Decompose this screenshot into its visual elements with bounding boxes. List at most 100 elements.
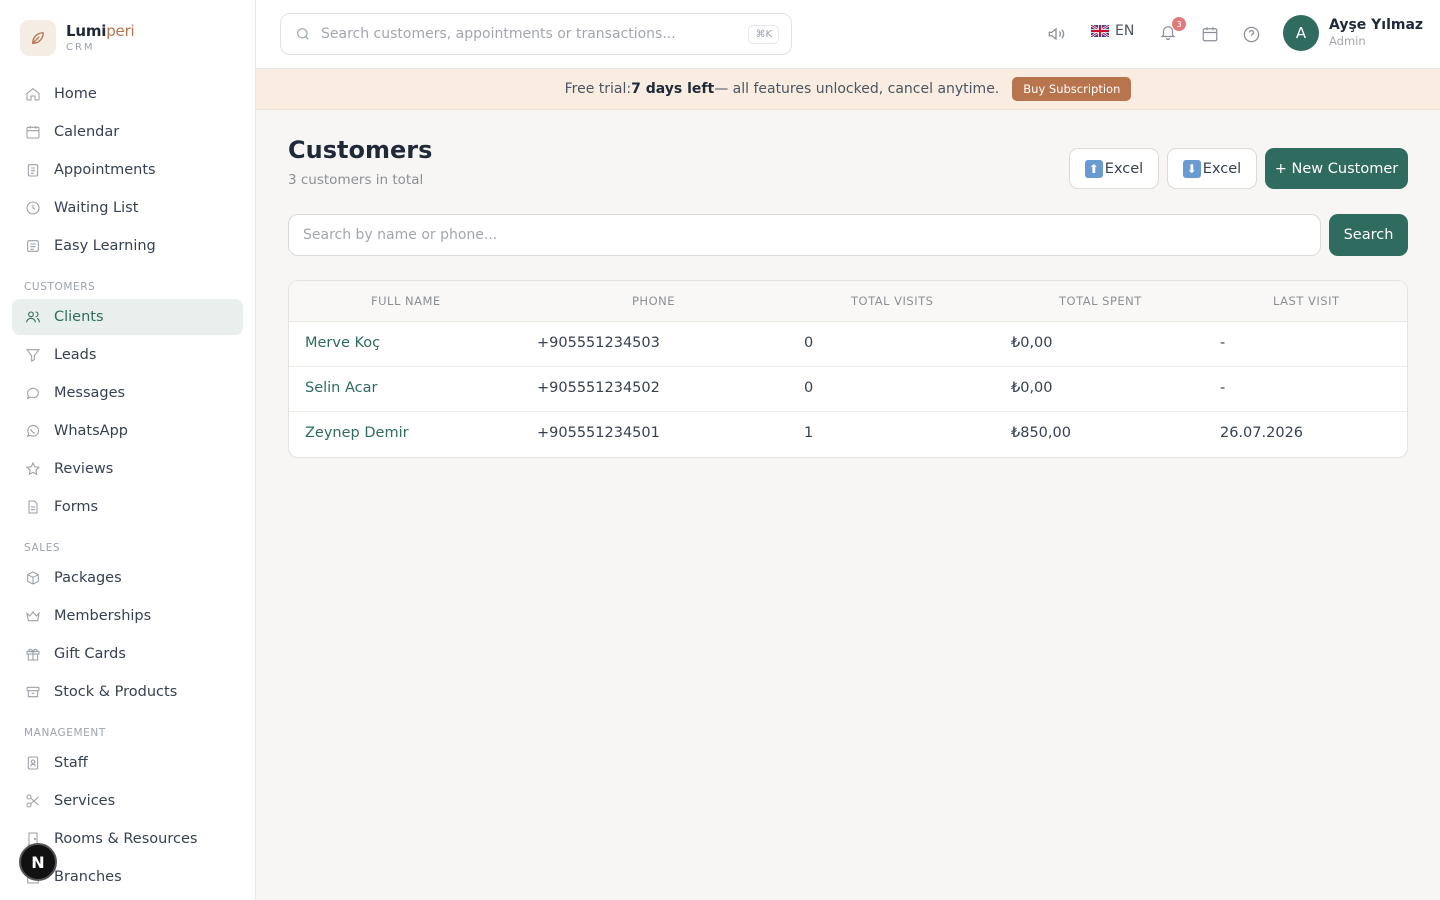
customer-last-visit: - [1220,335,1226,351]
scissors-icon [24,792,42,810]
export-excel-label: Excel [1202,160,1242,177]
customers-table: FULL NAME PHONE TOTAL VISITS TOTAL SPENT… [288,280,1408,458]
column-header-full-name[interactable]: FULL NAME [371,294,441,308]
brand-name: Lumiperi [66,21,135,40]
floating-n-button[interactable]: N [19,843,57,881]
search-button[interactable]: Search [1329,214,1408,256]
column-header-phone[interactable]: PHONE [632,294,675,308]
customer-spent: ₺0,00 [1011,380,1053,396]
page-title: Customers [288,136,433,164]
customer-phone: +905551234502 [537,380,660,396]
column-header-total-spent[interactable]: TOTAL SPENT [1059,294,1142,308]
sidebar-item-easy-learning[interactable]: Easy Learning [12,228,243,264]
new-customer-button[interactable]: + New Customer [1265,148,1408,189]
sidebar-item-reviews[interactable]: Reviews [12,451,243,487]
sidebar-item-calendar[interactable]: Calendar [12,114,243,150]
customer-name-link[interactable]: Merve Koç [305,335,380,351]
sidebar-item-label: Clients [54,309,104,325]
customer-name-link[interactable]: Zeynep Demir [305,425,409,441]
sidebar: Lumiperi CRM Home Calendar Appointments … [0,0,256,900]
user-role: Admin [1329,34,1366,49]
notes-icon [24,237,42,255]
home-icon [24,85,42,103]
gift-icon [24,645,42,663]
page-subtitle: 3 customers in total [288,172,424,188]
brand[interactable]: Lumiperi CRM [0,0,255,76]
sidebar-item-label: Gift Cards [54,646,126,662]
sidebar-item-gift-cards[interactable]: Gift Cards [12,636,243,672]
customer-name-link[interactable]: Selin Acar [305,380,377,396]
trial-days: 7 days left [631,81,715,97]
whatsapp-icon [24,422,42,440]
table-row[interactable]: Selin Acar +905551234502 0 ₺0,00 - [289,367,1407,412]
crown-icon [24,607,42,625]
sidebar-item-label: Calendar [54,124,120,140]
table-header: FULL NAME PHONE TOTAL VISITS TOTAL SPENT… [289,281,1407,322]
sidebar-item-label: Easy Learning [54,238,156,254]
language-selector[interactable]: EN [1091,23,1134,39]
section-label-management: MANAGEMENT [24,727,106,739]
sidebar-item-packages[interactable]: Packages [12,560,243,596]
box-icon [24,569,42,587]
customer-visits: 1 [804,425,814,441]
sidebar-item-leads[interactable]: Leads [12,337,243,373]
sidebar-item-forms[interactable]: Forms [12,489,243,525]
customer-phone: +905551234503 [537,335,660,351]
uk-flag-icon [1091,25,1109,37]
sidebar-item-label: Branches [54,869,122,885]
notifications-button[interactable]: 3 [1156,17,1186,46]
sidebar-item-label: Staff [54,755,88,771]
buy-subscription-button[interactable]: Buy Subscription [1012,77,1132,101]
column-header-total-visits[interactable]: TOTAL VISITS [851,294,933,308]
sidebar-item-waiting-list[interactable]: Waiting List [12,190,243,226]
shortcut-hint: ⌘K [748,24,779,44]
user-name: Ayşe Yılmaz [1329,16,1424,33]
calendar-shortcut-icon[interactable] [1198,22,1222,46]
sidebar-item-appointments[interactable]: Appointments [12,152,243,188]
announcement-icon[interactable] [1044,22,1068,46]
search-icon [295,26,311,42]
sidebar-item-label: Waiting List [54,200,139,216]
sidebar-item-home[interactable]: Home [12,76,243,112]
global-search-input[interactable] [321,26,749,42]
calendar-icon [24,123,42,141]
sidebar-item-staff[interactable]: Staff [12,745,243,781]
star-icon [24,460,42,478]
document-icon [24,498,42,516]
language-label: EN [1115,23,1135,39]
table-row[interactable]: Zeynep Demir +905551234501 1 ₺850,00 26.… [289,412,1407,457]
customer-search-input[interactable] [288,214,1321,256]
trial-banner: Free trial: 7 days left — all features u… [256,69,1440,110]
sidebar-item-clients[interactable]: Clients [12,299,243,335]
trial-prefix: Free trial: [564,81,632,97]
global-search[interactable]: ⌘K [280,13,792,55]
table-row[interactable]: Merve Koç +905551234503 0 ₺0,00 - [289,322,1407,367]
arrow-up-icon: ⬆ [1084,159,1103,178]
sidebar-item-services[interactable]: Services [12,783,243,819]
sidebar-item-label: Packages [54,570,122,586]
id-badge-icon [24,754,42,772]
sidebar-item-label: Memberships [54,608,152,624]
help-icon[interactable] [1239,22,1263,46]
users-icon [24,308,42,326]
sidebar-item-whatsapp[interactable]: WhatsApp [12,413,243,449]
import-excel-button[interactable]: ⬆ Excel [1069,148,1159,189]
customer-last-visit: 26.07.2026 [1220,425,1304,441]
sidebar-item-memberships[interactable]: Memberships [12,598,243,634]
arrow-down-icon: ⬇ [1182,159,1201,178]
user-menu[interactable]: A Ayşe Yılmaz Admin [1283,15,1423,51]
column-header-last-visit[interactable]: LAST VISIT [1273,294,1340,308]
sidebar-item-label: Home [54,86,97,102]
sidebar-item-label: Reviews [54,461,114,477]
sidebar-item-messages[interactable]: Messages [12,375,243,411]
leaf-logo-icon [20,20,56,56]
trial-suffix: — all features unlocked, cancel anytime. [714,81,1000,97]
export-excel-button[interactable]: ⬇ Excel [1167,148,1257,189]
sidebar-item-stock-products[interactable]: Stock & Products [12,674,243,710]
brand-sub: CRM [66,41,95,53]
customer-last-visit: - [1220,380,1226,396]
customer-visits: 0 [804,335,814,351]
sidebar-item-label: Forms [54,499,99,515]
customer-spent: ₺0,00 [1011,335,1053,351]
filter-icon [24,346,42,364]
